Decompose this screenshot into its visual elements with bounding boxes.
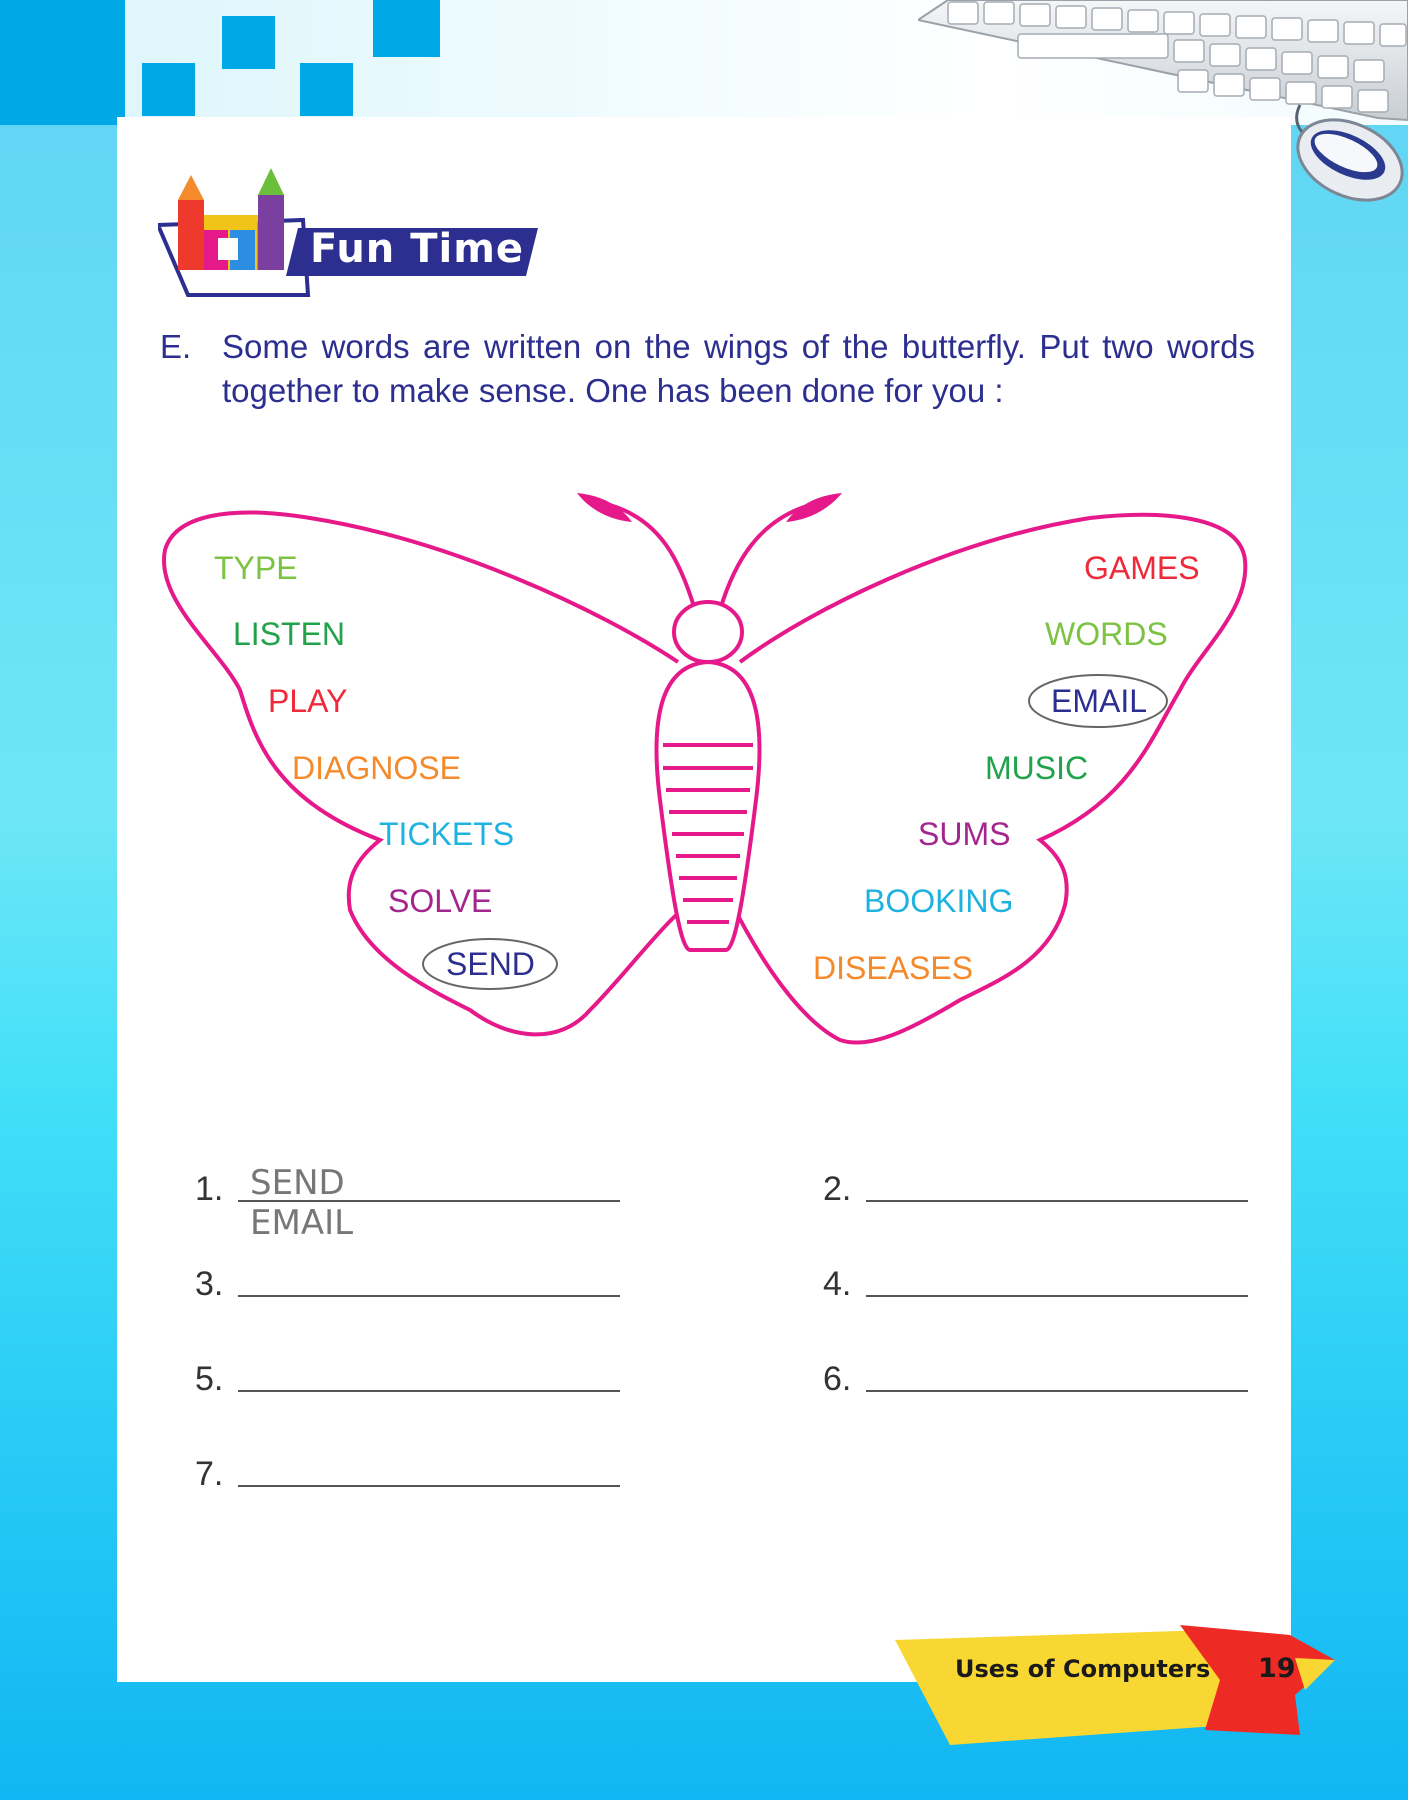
right-antenna-tip — [786, 493, 842, 522]
answer-number: 1. — [195, 1170, 224, 1208]
answer-number: 2. — [823, 1170, 852, 1208]
answer-number: 3. — [195, 1265, 224, 1303]
answer-blank[interactable] — [866, 1200, 1248, 1202]
left-word-listen: LISTEN — [233, 616, 345, 652]
left-word-type: TYPE — [214, 550, 298, 586]
right-antenna — [718, 503, 811, 611]
left-word-tickets: TICKETS — [379, 816, 514, 852]
chapter-title: Uses of Computers — [955, 1655, 1211, 1683]
answer-number: 5. — [195, 1360, 224, 1398]
answer-number: 7. — [195, 1455, 224, 1493]
right-word-games: GAMES — [1084, 550, 1200, 586]
answer-value: SEND EMAIL — [250, 1163, 354, 1243]
answer-blank[interactable] — [238, 1485, 620, 1487]
butterfly-diagram: TYPE LISTEN PLAY DIAGNOSE TICKETS SOLVE … — [161, 493, 1248, 1045]
answer-blank[interactable] — [866, 1295, 1248, 1297]
answer-number: 6. — [823, 1360, 852, 1398]
answer-blank[interactable] — [238, 1390, 620, 1392]
butterfly-head — [672, 600, 744, 664]
right-word-music: MUSIC — [985, 750, 1088, 786]
right-word-sums: SUMS — [918, 816, 1010, 852]
left-antenna — [609, 503, 697, 611]
answer-blank[interactable] — [238, 1295, 620, 1297]
answer-blank[interactable] — [238, 1200, 620, 1202]
right-word-words: WORDS — [1045, 616, 1168, 652]
page-number: 19 — [1258, 1653, 1296, 1684]
right-word-diseases: DISEASES — [813, 950, 973, 986]
left-antenna-tip — [577, 493, 632, 522]
right-word-email: EMAIL — [1051, 683, 1147, 719]
left-word-send: SEND — [446, 946, 535, 982]
answer-blank[interactable] — [866, 1390, 1248, 1392]
left-word-diagnose: DIAGNOSE — [292, 750, 461, 786]
left-word-play: PLAY — [268, 683, 347, 719]
right-word-booking: BOOKING — [864, 883, 1013, 919]
butterfly-body — [654, 659, 762, 952]
left-word-solve: SOLVE — [388, 883, 492, 919]
answer-number: 4. — [823, 1265, 852, 1303]
